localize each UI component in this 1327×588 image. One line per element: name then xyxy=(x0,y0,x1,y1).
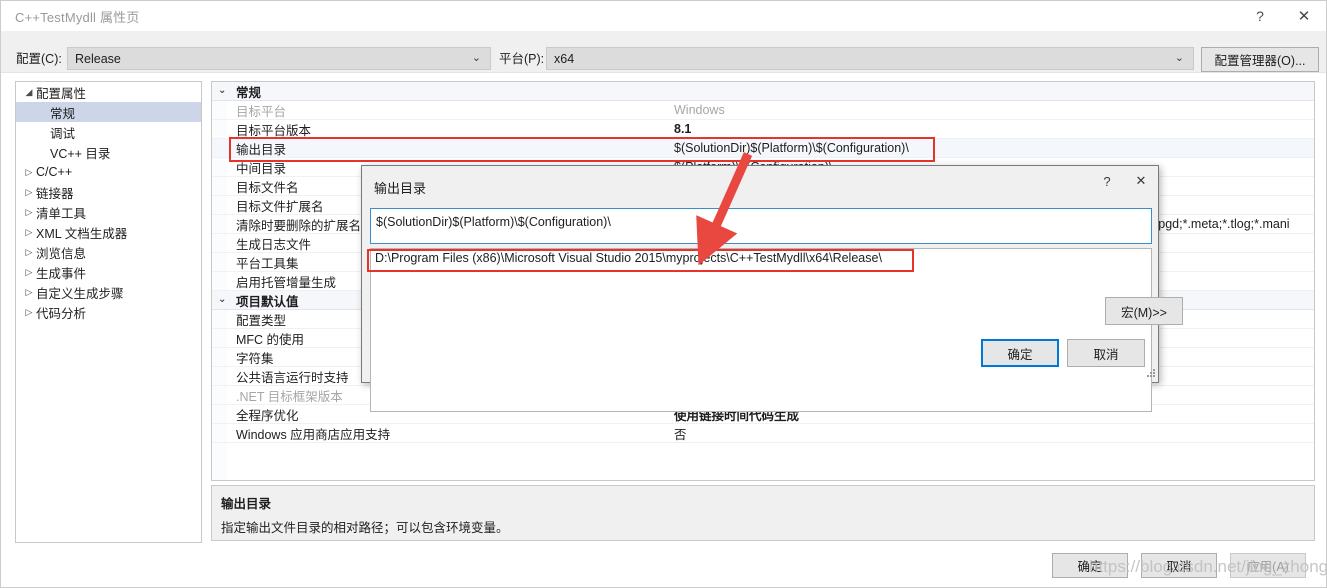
expand-twisty-icon[interactable]: ▷ xyxy=(22,267,36,278)
platform-combo-value: x64 xyxy=(554,51,575,66)
window-controls: ? ✕ xyxy=(1238,1,1326,31)
resolved-value-item[interactable]: D:\Program Files (x86)\Microsoft Visual … xyxy=(371,249,1151,269)
config-combo-value: Release xyxy=(75,51,121,66)
property-value[interactable]: 8.1 xyxy=(672,122,1314,136)
ok-button[interactable]: 确定 xyxy=(1052,553,1128,578)
property-value[interactable]: Windows xyxy=(672,103,1314,117)
expand-twisty-icon[interactable]: ▷ xyxy=(22,247,36,258)
output-directory-input[interactable]: $(SolutionDir)$(Platform)\$(Configuratio… xyxy=(370,208,1152,244)
resolved-value-list[interactable]: D:\Program Files (x86)\Microsoft Visual … xyxy=(370,248,1152,412)
sidebar-item-6[interactable]: ▷ XML 文档生成器 xyxy=(16,222,201,242)
configuration-tree[interactable]: ◢ 配置属性 常规 调试 VC++ 目录 ▷ C/C++ ▷ 链接器 ▷ 清单工具 ▷ XML 文档… xyxy=(15,81,202,543)
sidebar-item-label: XML 文档生成器 xyxy=(36,226,128,241)
sidebar-item-label: 链接器 xyxy=(36,186,74,201)
sidebar-item-5[interactable]: ▷ 清单工具 xyxy=(16,202,201,222)
dialog-close-icon[interactable]: ✕ xyxy=(1124,166,1158,196)
expand-twisty-icon[interactable]: ▷ xyxy=(22,287,36,298)
platform-combo[interactable]: x64 ⌄ xyxy=(546,47,1194,70)
expand-twisty-icon[interactable]: ▷ xyxy=(22,187,36,198)
platform-label: 平台(P): xyxy=(499,52,545,66)
sidebar-item-9[interactable]: ▷ 自定义生成步骤 xyxy=(16,282,201,302)
apply-button: 应用(A) xyxy=(1230,553,1306,578)
property-name: Windows 应用商店应用支持 xyxy=(236,427,391,442)
sidebar-item-label: 常规 xyxy=(50,106,76,121)
macro-button[interactable]: 宏(M)>> xyxy=(1105,297,1183,325)
dialog-ok-button[interactable]: 确定 xyxy=(981,339,1059,367)
description-title: 输出目录 xyxy=(221,497,272,511)
sidebar-item-3[interactable]: ▷ C/C++ xyxy=(16,162,201,182)
sidebar-item-8[interactable]: ▷ 生成事件 xyxy=(16,262,201,282)
dialog-title: 输出目录 xyxy=(374,181,427,196)
dialog-resize-grip[interactable] xyxy=(1144,368,1156,380)
sidebar-item-label: 生成事件 xyxy=(36,266,87,281)
dialog-window-controls: ? ✕ xyxy=(1090,166,1158,196)
description-body: 指定输出文件目录的相对路径；可以包含环境变量。 xyxy=(221,521,509,535)
dialog-help-icon[interactable]: ? xyxy=(1090,166,1124,196)
expand-twisty-icon[interactable]: ◢ xyxy=(22,87,36,98)
expand-twisty-icon[interactable]: ▷ xyxy=(22,207,36,218)
collapse-twisty-icon[interactable]: ⌄ xyxy=(218,294,226,305)
tree-root-configuration-properties[interactable]: ◢ 配置属性 xyxy=(16,82,201,102)
sidebar-item-1[interactable]: 调试 xyxy=(16,122,201,142)
property-row[interactable]: Windows 应用商店应用支持 否 xyxy=(212,424,1314,443)
property-category-row[interactable]: ⌄ 常规 xyxy=(212,82,1314,101)
property-name: 目标平台版本 xyxy=(236,123,312,138)
property-name: 输出目录 xyxy=(236,142,287,157)
sidebar-item-label: 调试 xyxy=(50,126,76,141)
window-title: C++TestMydll 属性页 xyxy=(15,9,140,25)
sidebar-item-label: 清单工具 xyxy=(36,206,87,221)
config-manager-button[interactable]: 配置管理器(O)... xyxy=(1201,47,1319,72)
config-combo[interactable]: Release ⌄ xyxy=(67,47,491,70)
sidebar-item-10[interactable]: ▷ 代码分析 xyxy=(16,302,201,322)
collapse-twisty-icon[interactable]: ⌄ xyxy=(218,85,226,96)
sidebar-item-label: 自定义生成步骤 xyxy=(36,286,124,301)
title-bar: C++TestMydll 属性页 ? ✕ xyxy=(1,1,1326,31)
property-pages-window: C++TestMydll 属性页 ? ✕ 配置(C): Release ⌄ 平台… xyxy=(0,0,1327,588)
property-row[interactable]: 目标平台版本 8.1 xyxy=(212,120,1314,139)
sidebar-item-4[interactable]: ▷ 链接器 xyxy=(16,182,201,202)
expand-twisty-icon[interactable]: ▷ xyxy=(22,167,36,178)
sidebar-item-2[interactable]: VC++ 目录 xyxy=(16,142,201,162)
expand-twisty-icon[interactable]: ▷ xyxy=(22,307,36,318)
sidebar-item-label: 浏览信息 xyxy=(36,246,87,261)
property-name: 目标平台 xyxy=(236,104,287,119)
description-pane: 输出目录 指定输出文件目录的相对路径；可以包含环境变量。 xyxy=(211,485,1315,541)
chevron-down-icon: ⌄ xyxy=(1174,52,1184,64)
property-name: 常规 xyxy=(236,85,262,100)
property-row[interactable]: 目标平台 Windows xyxy=(212,101,1314,120)
tree-root-label: 配置属性 xyxy=(36,86,87,101)
dialog-cancel-button[interactable]: 取消 xyxy=(1067,339,1145,367)
property-value[interactable]: 否 xyxy=(672,424,1314,443)
property-row[interactable]: 输出目录 $(SolutionDir)$(Platform)\$(Configur… xyxy=(212,139,1314,158)
sidebar-item-label: 代码分析 xyxy=(36,306,87,321)
property-value[interactable]: $(SolutionDir)$(Platform)\$(Configuratio… xyxy=(672,141,1314,155)
cancel-button[interactable]: 取消 xyxy=(1141,553,1217,578)
expand-twisty-icon[interactable]: ▷ xyxy=(22,227,36,238)
close-icon[interactable]: ✕ xyxy=(1282,1,1326,31)
sidebar-item-0[interactable]: 常规 xyxy=(16,102,201,122)
sidebar-item-label: VC++ 目录 xyxy=(50,146,111,161)
help-icon[interactable]: ? xyxy=(1238,1,1282,31)
sidebar-item-7[interactable]: ▷ 浏览信息 xyxy=(16,242,201,262)
sidebar-item-label: C/C++ xyxy=(36,165,73,179)
config-label: 配置(C): xyxy=(16,52,62,66)
chevron-down-icon: ⌄ xyxy=(471,52,481,64)
